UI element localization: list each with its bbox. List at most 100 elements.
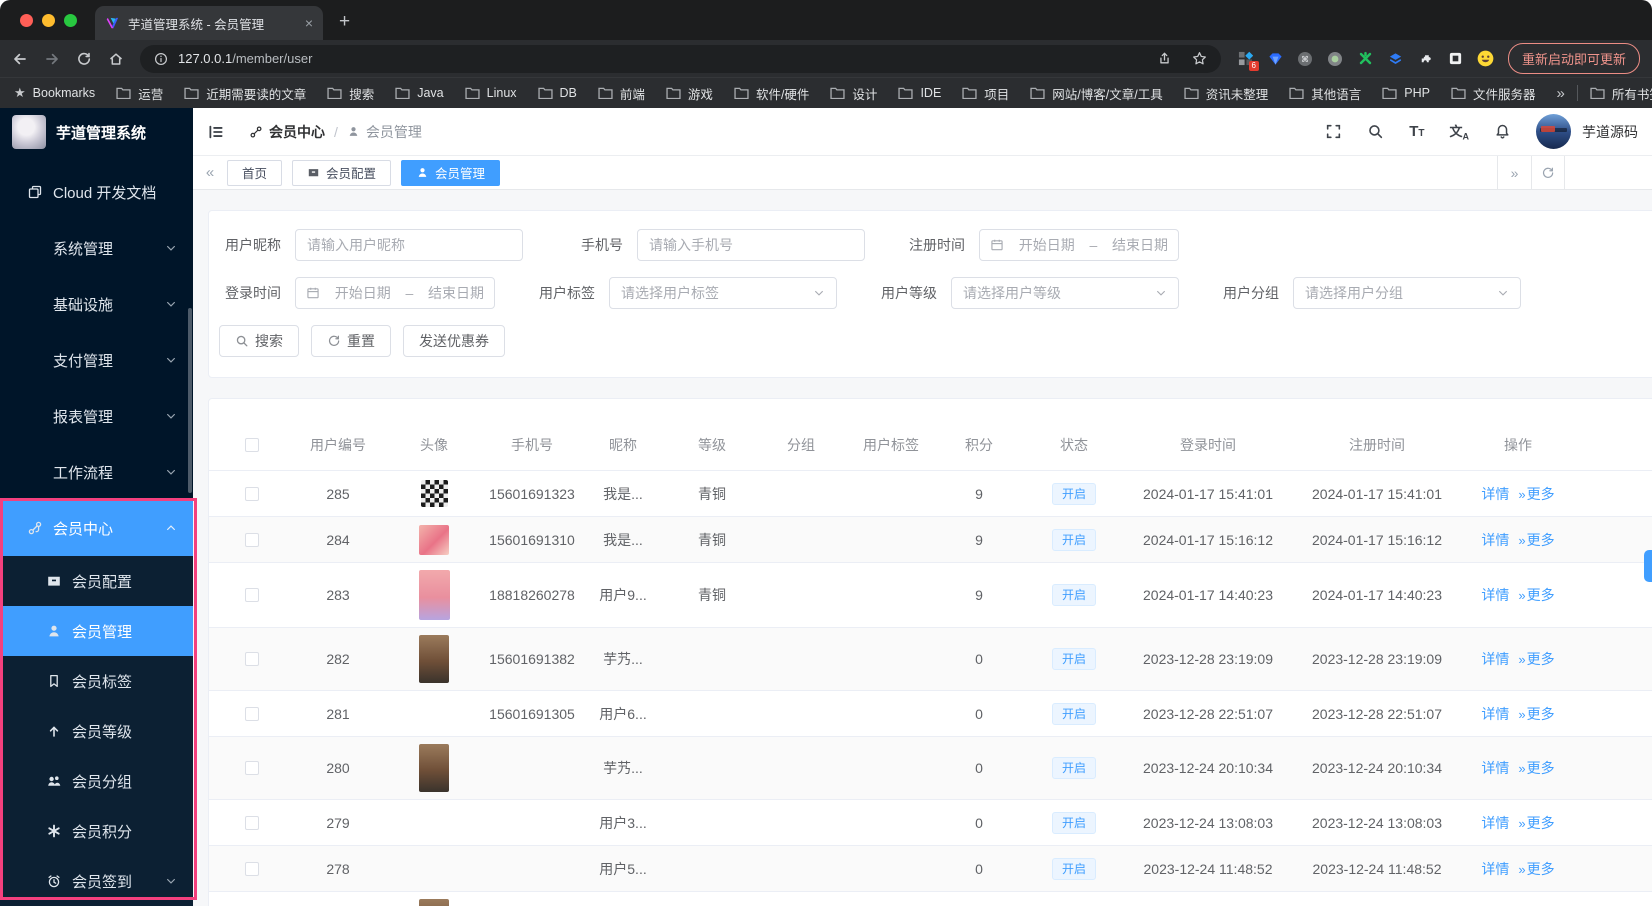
row-checkbox[interactable] <box>209 861 295 876</box>
browser-tab[interactable]: 芋道管理系统 - 会员管理 × <box>95 6 323 40</box>
detail-link[interactable]: 详情 <box>1481 859 1509 879</box>
search-icon[interactable] <box>1367 123 1384 140</box>
bookmark-folder[interactable]: 软件/硬件 <box>734 84 809 103</box>
detail-link[interactable]: 详情 <box>1481 585 1509 605</box>
language-icon[interactable]: 文A <box>1449 121 1469 142</box>
search-button[interactable]: 搜索 <box>219 325 299 357</box>
bookmark-folder[interactable]: 其他语言 <box>1289 84 1361 103</box>
minimize-window-button[interactable] <box>42 14 55 27</box>
sidebar-item-member-manage[interactable]: 会员管理 <box>0 606 193 656</box>
detail-link[interactable]: 详情 <box>1481 649 1509 669</box>
bookmark-folder[interactable]: Linux <box>465 86 517 100</box>
bookmark-folder[interactable]: IDE <box>898 86 941 100</box>
more-link[interactable]: »更多 <box>1518 530 1554 550</box>
sidebar-item-member-center[interactable]: 会员中心 <box>0 500 193 556</box>
user-avatar[interactable] <box>1536 114 1571 149</box>
more-link[interactable]: »更多 <box>1518 484 1554 504</box>
extension-green-star-icon[interactable] <box>1357 50 1374 67</box>
row-checkbox[interactable] <box>209 588 295 602</box>
bookmark-folder[interactable]: 运营 <box>116 84 163 103</box>
detail-link[interactable]: 详情 <box>1481 813 1509 833</box>
tag-member-manage[interactable]: 会员管理 <box>401 159 501 186</box>
bookmark-folder[interactable]: 项目 <box>962 84 1009 103</box>
extension-layers-icon[interactable] <box>1387 50 1404 67</box>
sidebar-item-member-config[interactable]: 会员配置 <box>0 556 193 606</box>
extension-dot-icon[interactable] <box>1327 50 1344 67</box>
sidebar-item-member-level[interactable]: 会员等级 <box>0 706 193 756</box>
bookmark-folder[interactable]: 资讯未整理 <box>1184 84 1268 103</box>
bookmark-folder[interactable]: PHP <box>1382 86 1430 100</box>
home-icon[interactable] <box>108 51 124 67</box>
emoji-face-icon[interactable] <box>1477 50 1494 67</box>
row-checkbox[interactable] <box>209 706 295 721</box>
user-group-select[interactable]: 请选择用户分组 <box>1293 277 1521 309</box>
sidebar-item-member-points[interactable]: 会员积分 <box>0 806 193 856</box>
sidebar-item-member-tag[interactable]: 会员标签 <box>0 656 193 706</box>
bookmark-folder[interactable]: 设计 <box>830 84 877 103</box>
notification-bell-icon[interactable] <box>1494 123 1511 140</box>
more-link[interactable]: »更多 <box>1518 704 1554 724</box>
sidebar-item-member-signin[interactable]: 会员签到 <box>0 856 193 906</box>
bookmark-folder[interactable]: DB <box>537 86 577 100</box>
more-link[interactable]: »更多 <box>1518 813 1554 833</box>
reset-button[interactable]: 重置 <box>311 325 391 357</box>
tab-close-icon[interactable]: × <box>305 15 313 31</box>
row-checkbox[interactable] <box>209 761 295 775</box>
user-level-select[interactable]: 请选择用户等级 <box>951 277 1179 309</box>
bookmark-folder[interactable]: 网站/博客/文章/工具 <box>1030 84 1163 103</box>
user-tag-select[interactable]: 请选择用户标签 <box>609 277 837 309</box>
fullscreen-icon[interactable] <box>1325 123 1342 140</box>
share-icon[interactable] <box>1157 51 1172 66</box>
bookmark-star-icon[interactable] <box>1192 51 1207 66</box>
reload-icon[interactable] <box>76 51 92 67</box>
sidebar-group-item[interactable]: 工作流程 <box>0 444 193 500</box>
select-all-checkbox[interactable] <box>209 437 295 452</box>
more-link[interactable]: »更多 <box>1518 649 1554 669</box>
mobile-input[interactable]: 请输入手机号 <box>637 229 865 261</box>
bookmark-folder[interactable]: 搜索 <box>327 84 374 103</box>
bookmark-folder[interactable]: 文件服务器 <box>1451 84 1535 103</box>
bookmark-folder[interactable]: 前端 <box>598 84 645 103</box>
sidebar-group-item[interactable]: 支付管理 <box>0 332 193 388</box>
detail-link[interactable]: 详情 <box>1481 484 1509 504</box>
row-checkbox[interactable] <box>209 486 295 501</box>
row-checkbox[interactable] <box>209 652 295 666</box>
send-coupon-button[interactable]: 发送优惠券 <box>403 325 505 357</box>
detail-link[interactable]: 详情 <box>1481 758 1509 778</box>
extension-grid-icon[interactable]: 6 <box>1237 50 1259 71</box>
detail-link[interactable]: 详情 <box>1481 530 1509 550</box>
tags-scroll-right-icon[interactable]: » <box>1497 156 1531 189</box>
bookmark-folder[interactable]: 近期需要读的文章 <box>184 84 306 103</box>
new-tab-button[interactable]: + <box>339 11 350 33</box>
bookmark-folder[interactable]: 游戏 <box>666 84 713 103</box>
extension-square-icon[interactable] <box>1447 50 1464 67</box>
app-logo[interactable]: 芋道管理系统 <box>0 108 193 156</box>
tag-member-config[interactable]: 会员配置 <box>292 159 392 186</box>
right-edge-drag-handle[interactable] <box>1644 550 1652 582</box>
sidebar-group-item[interactable]: 系统管理 <box>0 220 193 276</box>
breadcrumb-member-center[interactable]: 会员中心 <box>249 122 325 142</box>
tag-home[interactable]: 首页 <box>227 159 283 186</box>
nickname-input[interactable]: 请输入用户昵称 <box>295 229 523 261</box>
bookmark-folder[interactable]: Java <box>395 86 444 100</box>
more-link[interactable]: »更多 <box>1518 859 1554 879</box>
all-bookmarks-folder[interactable]: 所有书签 <box>1590 84 1652 103</box>
browser-update-button[interactable]: 重新启动即可更新 <box>1507 43 1640 74</box>
tags-refresh-icon[interactable] <box>1531 156 1565 189</box>
address-bar[interactable]: 127.0.0.1 /member/user <box>140 44 1221 73</box>
row-checkbox[interactable] <box>209 815 295 830</box>
sidebar-scrollbar[interactable] <box>188 308 192 493</box>
sidebar-item-member-group[interactable]: 会员分组 <box>0 756 193 806</box>
login-date-range-input[interactable]: 开始日期 – 结束日期 <box>295 277 495 309</box>
sidebar-group-item[interactable]: 报表管理 <box>0 388 193 444</box>
sidebar-group-item[interactable]: 基础设施 <box>0 276 193 332</box>
row-checkbox[interactable] <box>209 532 295 547</box>
register-date-range-input[interactable]: 开始日期 – 结束日期 <box>979 229 1179 261</box>
more-link[interactable]: »更多 <box>1518 585 1554 605</box>
more-link[interactable]: »更多 <box>1518 758 1554 778</box>
extension-gem-icon[interactable] <box>1267 50 1284 67</box>
sidebar-item-cloud-docs[interactable]: Cloud 开发文档 <box>0 164 193 220</box>
bookmarks-manager-item[interactable]: ★ Bookmarks <box>14 85 95 101</box>
forward-icon[interactable] <box>44 51 60 67</box>
font-size-icon[interactable]: TT <box>1409 123 1424 140</box>
